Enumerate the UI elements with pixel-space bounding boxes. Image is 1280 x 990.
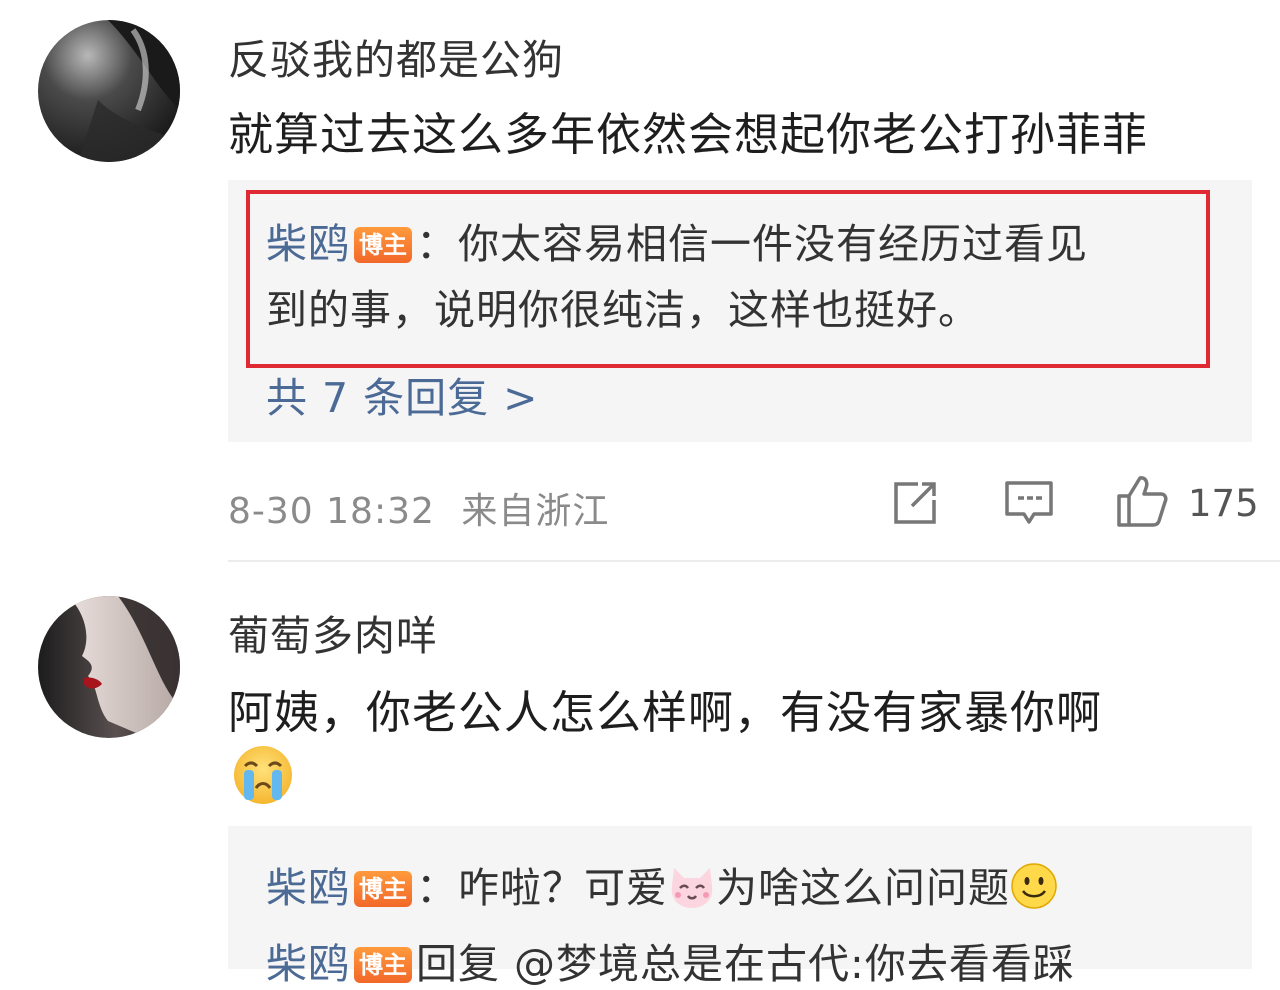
author-badge: 博主 (354, 947, 412, 983)
username[interactable]: 葡萄多肉咩 (228, 602, 438, 662)
share-button[interactable] (892, 478, 940, 530)
more-replies-link[interactable]: 共 7 条回复 > (266, 364, 539, 424)
comment-item: 反驳我的都是公狗 就算过去这么多年依然会想起你老公打孙菲菲 柴鸥 博主 ：你太容易相… (0, 0, 1280, 560)
reply-author[interactable]: 柴鸥 (266, 940, 350, 988)
location: 来自浙江 (461, 491, 610, 532)
reply-author[interactable]: 柴鸥 (266, 864, 350, 912)
timestamp: 8-30 18:32 (228, 491, 435, 532)
comment-button[interactable] (1004, 480, 1054, 530)
reply-text: 为啥这么问问题 (716, 864, 1010, 912)
comment-text: 阿姨，你老公人怎么样啊，有没有家暴你啊 (228, 686, 1103, 739)
avatar[interactable] (38, 20, 180, 162)
share-icon (894, 482, 936, 524)
reply-line: 柴鸥 博主 ：咋啦？可爱 为啥这么问问题 (266, 854, 1058, 920)
like-button[interactable] (1116, 474, 1168, 532)
crying-emoji (232, 744, 294, 810)
comment-meta: 8-30 18:32 来自浙江 (228, 482, 609, 534)
reply-box[interactable]: 柴鸥 博主 ：咋啦？可爱 为啥这么问问题 柴鸥 博主 回复 @梦境总是在古代:你去看看踩 (228, 826, 1252, 988)
reply-line: 柴鸥 博主 回复 @梦境总是在古代:你去看看踩 (266, 930, 1075, 990)
highlight-box (246, 190, 1210, 368)
author-badge: 博主 (354, 871, 412, 907)
reply-text: 回复 @梦境总是在古代:你去看看踩 (416, 940, 1075, 988)
comment-icon (1005, 481, 1053, 524)
smile-emoji (1010, 862, 1058, 920)
comment-item: 葡萄多肉咩 阿姨，你老公人怎么样啊，有没有家暴你啊 柴鸥 博主 ：咋啦？可爱 为… (0, 562, 1280, 988)
cat-emoji (668, 864, 716, 920)
like-count: 175 (1188, 482, 1259, 525)
comment-text: 就算过去这么多年依然会想起你老公打孙菲菲 (228, 108, 1149, 161)
avatar[interactable] (38, 596, 180, 738)
like-icon (1117, 476, 1168, 527)
username[interactable]: 反驳我的都是公狗 (228, 26, 564, 86)
reply-text: ：咋啦？可爱 (416, 864, 668, 912)
